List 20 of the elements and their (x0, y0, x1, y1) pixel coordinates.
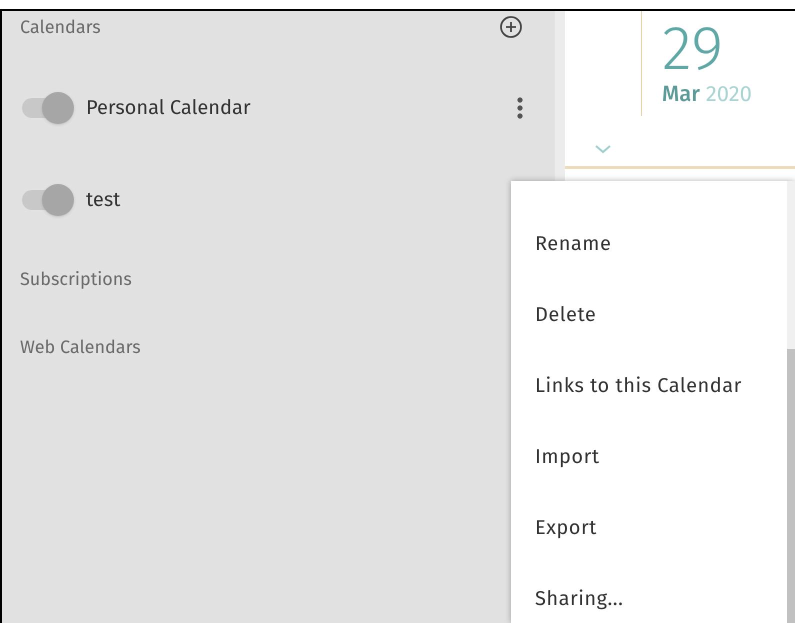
section-title: Subscriptions (20, 266, 132, 292)
section-title: Web Calendars (20, 334, 141, 360)
menu-item[interactable]: Export (535, 513, 787, 543)
toggle-switch[interactable] (20, 91, 74, 125)
section-title: Calendars (20, 14, 101, 40)
day-number: 29 (662, 17, 724, 81)
add-icon[interactable] (499, 15, 523, 39)
toggle-switch[interactable] (20, 183, 74, 217)
menu-item[interactable]: Sharing... (535, 584, 787, 614)
menu-item[interactable]: Delete (535, 300, 787, 330)
menu-item[interactable]: Rename (535, 229, 787, 259)
scrollbar-thumb[interactable] (787, 349, 795, 623)
calendar-name[interactable]: test (86, 185, 120, 215)
menu-item[interactable]: Import (535, 442, 787, 472)
more-icon[interactable] (517, 97, 523, 119)
month-label: Mar (662, 81, 700, 107)
menu-item[interactable]: Links to this Calendar (535, 371, 787, 401)
chevron-down-icon[interactable] (594, 144, 612, 154)
calendar-name[interactable]: Personal Calendar (86, 93, 251, 123)
year-label: 2020 (706, 81, 752, 107)
